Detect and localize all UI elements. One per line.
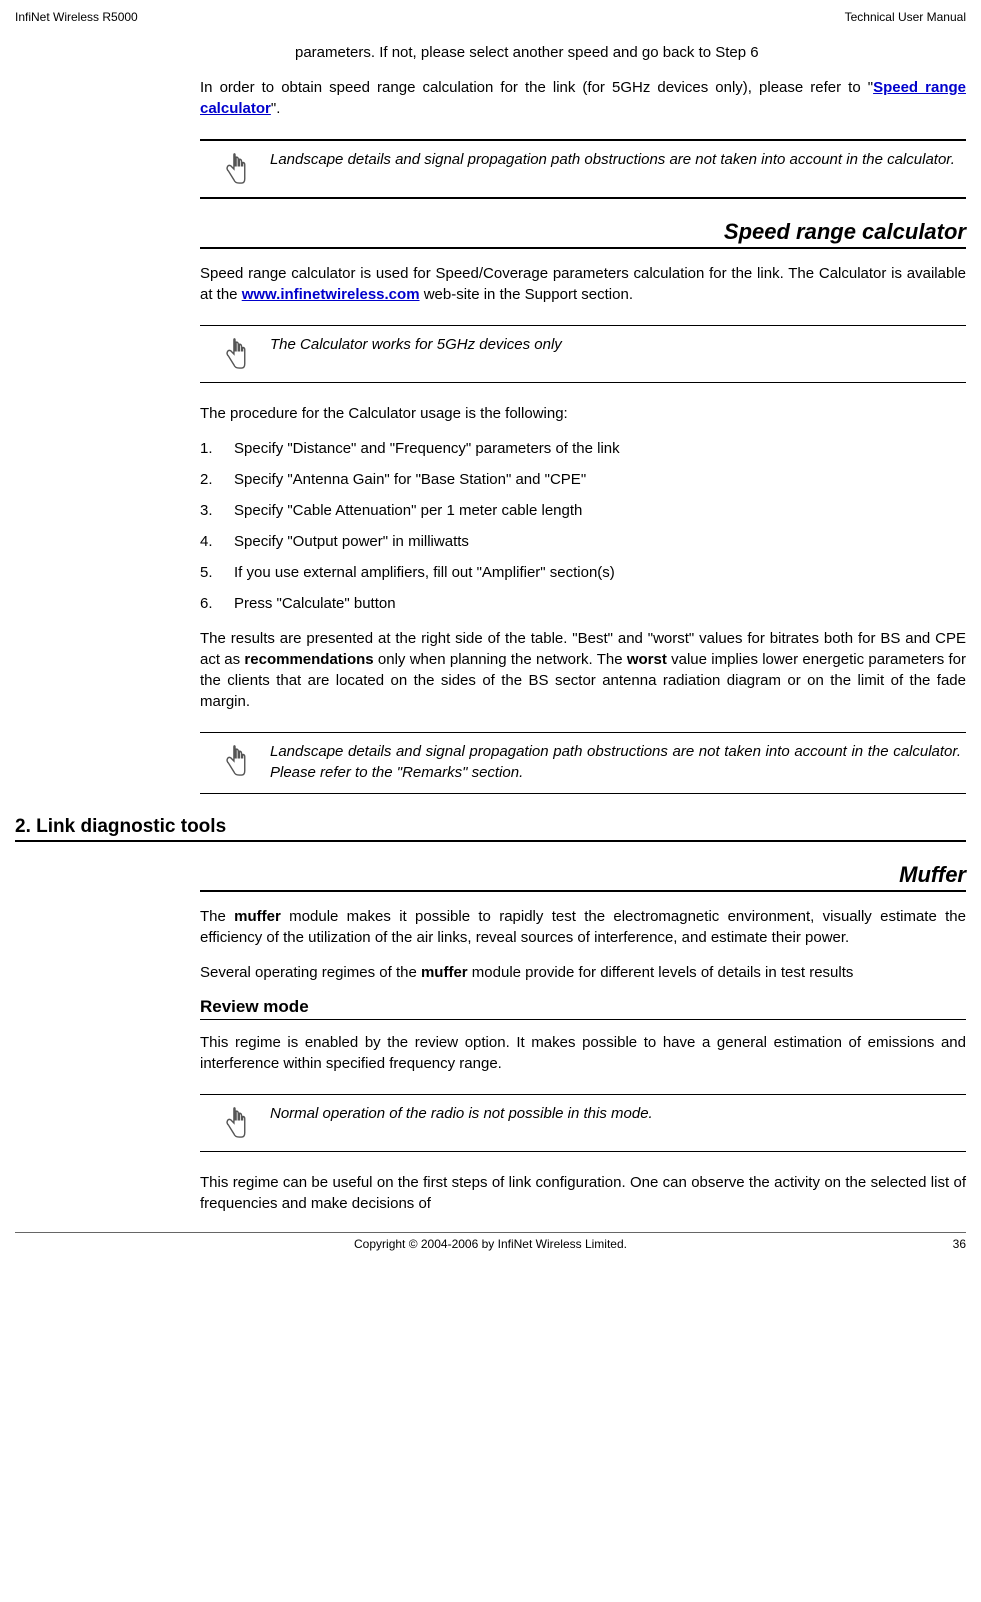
text-fragment: The: [200, 908, 234, 925]
note-text: The Calculator works for 5GHz devices on…: [270, 334, 966, 355]
list-item: 6.Press "Calculate" button: [200, 593, 966, 614]
text-fragment: Several operating regimes of the: [200, 964, 421, 981]
note-landscape-1: Landscape details and signal propagation…: [200, 139, 966, 199]
speed-range-intro: In order to obtain speed range calculati…: [200, 77, 966, 119]
muffer-description-1: The muffer module makes it possible to r…: [200, 906, 966, 948]
list-item: 3.Specify "Cable Attenuation" per 1 mete…: [200, 500, 966, 521]
page-header: InfiNet Wireless R5000 Technical User Ma…: [15, 10, 966, 24]
step-text: Specify "Cable Attenuation" per 1 meter …: [234, 500, 582, 521]
speed-range-calculator-heading: Speed range calculator: [200, 219, 966, 249]
hand-pointing-icon: [200, 334, 270, 372]
text-fragment: module provide for different levels of d…: [468, 964, 854, 981]
step-text: If you use external amplifiers, fill out…: [234, 562, 615, 583]
hand-pointing-icon: [200, 741, 270, 779]
header-product: InfiNet Wireless R5000: [15, 10, 138, 24]
page-number: 36: [926, 1237, 966, 1251]
bold-text: recommendations: [244, 651, 373, 668]
bold-text: worst: [627, 651, 667, 668]
note-text: Landscape details and signal propagation…: [270, 149, 966, 170]
step-number: 1.: [200, 438, 234, 459]
review-mode-useful: This regime can be useful on the first s…: [200, 1172, 966, 1214]
list-item: 1.Specify "Distance" and "Frequency" par…: [200, 438, 966, 459]
results-description: The results are presented at the right s…: [200, 628, 966, 712]
text-fragment: only when planning the network. The: [374, 651, 627, 668]
step-number: 2.: [200, 469, 234, 490]
hand-pointing-icon: [200, 149, 270, 187]
param-continuation: parameters. If not, please select anothe…: [295, 42, 966, 63]
step-number: 4.: [200, 531, 234, 552]
list-item: 4.Specify "Output power" in milliwatts: [200, 531, 966, 552]
step-text: Press "Calculate" button: [234, 593, 396, 614]
text-fragment: web-site in the Support section.: [420, 286, 633, 303]
note-text: Normal operation of the radio is not pos…: [270, 1103, 966, 1124]
note-text: Landscape details and signal propagation…: [270, 741, 966, 783]
calculator-description: Speed range calculator is used for Speed…: [200, 263, 966, 305]
procedure-intro: The procedure for the Calculator usage i…: [200, 403, 966, 424]
header-doc-title: Technical User Manual: [845, 10, 966, 24]
page-footer: Copyright © 2004-2006 by InfiNet Wireles…: [15, 1232, 966, 1251]
note-5ghz-only: The Calculator works for 5GHz devices on…: [200, 325, 966, 383]
note-radio-not-possible: Normal operation of the radio is not pos…: [200, 1094, 966, 1152]
list-item: 5.If you use external amplifiers, fill o…: [200, 562, 966, 583]
review-mode-description: This regime is enabled by the review opt…: [200, 1032, 966, 1074]
text-fragment: In order to obtain speed range calculati…: [200, 79, 873, 96]
bold-text: muffer: [234, 908, 281, 925]
step-number: 6.: [200, 593, 234, 614]
infinet-website-link[interactable]: www.infinetwireless.com: [242, 286, 420, 303]
step-text: Specify "Antenna Gain" for "Base Station…: [234, 469, 586, 490]
procedure-steps: 1.Specify "Distance" and "Frequency" par…: [200, 438, 966, 614]
hand-pointing-icon: [200, 1103, 270, 1141]
list-item: 2.Specify "Antenna Gain" for "Base Stati…: [200, 469, 966, 490]
bold-text: muffer: [421, 964, 468, 981]
review-mode-heading: Review mode: [200, 997, 966, 1020]
muffer-heading: Muffer: [200, 862, 966, 892]
text-fragment: ".: [271, 100, 281, 117]
note-landscape-2: Landscape details and signal propagation…: [200, 732, 966, 794]
step-text: Specify "Output power" in milliwatts: [234, 531, 469, 552]
step-number: 3.: [200, 500, 234, 521]
copyright-text: Copyright © 2004-2006 by InfiNet Wireles…: [55, 1237, 926, 1251]
step-text: Specify "Distance" and "Frequency" param…: [234, 438, 620, 459]
text-fragment: module makes it possible to rapidly test…: [200, 908, 966, 946]
link-diagnostic-tools-heading: 2. Link diagnostic tools: [15, 816, 966, 842]
step-number: 5.: [200, 562, 234, 583]
muffer-description-2: Several operating regimes of the muffer …: [200, 962, 966, 983]
